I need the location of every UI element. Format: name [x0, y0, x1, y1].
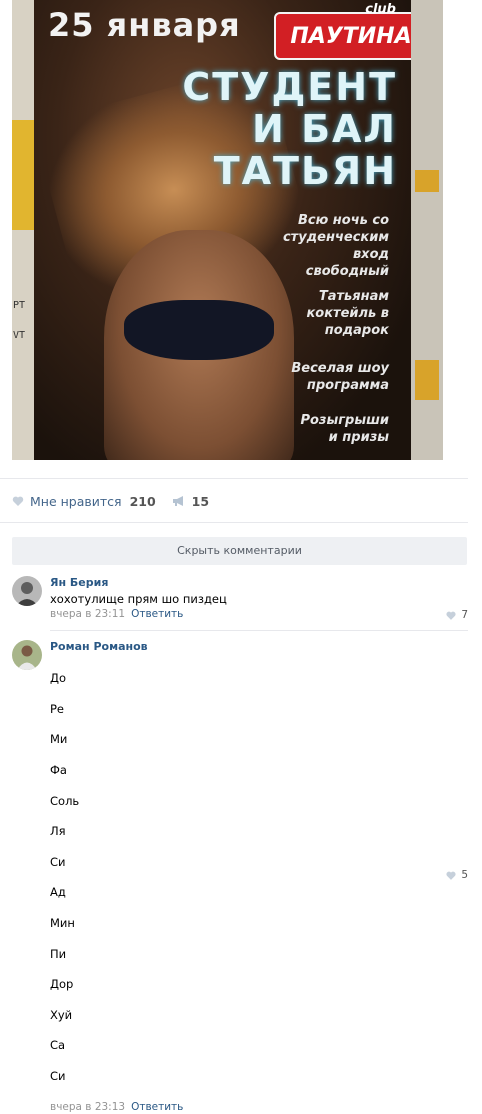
- post-actions: Мне нравится 210 15: [12, 490, 225, 512]
- comment-line: Ре: [50, 701, 65, 716]
- comment-line: Си: [50, 854, 66, 869]
- like-count: 210: [129, 493, 156, 509]
- avatar[interactable]: [12, 576, 42, 606]
- divider: [0, 478, 468, 479]
- comment-line: Мин: [50, 916, 75, 931]
- share-button[interactable]: 15: [172, 494, 209, 509]
- comment-line: Ля: [50, 824, 66, 839]
- divider: [0, 522, 468, 523]
- comment-time[interactable]: вчера в 23:11: [50, 608, 125, 620]
- comment-like-count: 7: [461, 609, 468, 621]
- comment-line: Хуй: [50, 1007, 73, 1022]
- divider: [50, 630, 468, 631]
- club-logo-name: ПАУТИНА: [290, 23, 411, 49]
- poster-title-line: СТУДЕНТ: [182, 65, 397, 109]
- post-photo[interactable]: РТ VT 25 января club ПАУТИНА СТУДЕНТ И Б…: [12, 0, 443, 460]
- like-label: Мне нравится: [30, 493, 122, 509]
- comment-line: Ми: [50, 732, 68, 747]
- poster-info: Розыгрыши и призы: [300, 413, 389, 445]
- comment-line: Фа: [50, 763, 67, 778]
- poster-figure-detail: [124, 300, 274, 360]
- comment-line: Са: [50, 1038, 66, 1053]
- club-logo-small: club: [365, 2, 396, 17]
- poster-title: СТУДЕНТ И БАЛ ТАТЬЯН: [182, 66, 397, 192]
- comment-body: Роман Романов До Ре Ми Фа Соль Ля Си Ад …: [50, 640, 468, 1114]
- poster-title-line: И БАЛ: [252, 107, 397, 151]
- reply-button[interactable]: Ответить: [131, 608, 183, 620]
- comment-line: Ад: [50, 885, 66, 900]
- comment-author[interactable]: Роман Романов: [50, 640, 468, 654]
- comment-line: Пи: [50, 946, 67, 961]
- share-count: 15: [191, 493, 210, 509]
- wall-text: VT: [13, 330, 26, 341]
- club-logo: club ПАУТИНА: [274, 2, 411, 60]
- comment-meta: вчера в 23:11 Ответить: [50, 607, 468, 621]
- comment-line: Си: [50, 1069, 66, 1084]
- avatar-image-icon: [12, 576, 42, 606]
- comment-like-count: 5: [461, 869, 468, 881]
- wall-text: РТ: [13, 300, 26, 311]
- comment-meta: вчера в 23:13 Ответить: [50, 1100, 468, 1114]
- comment-body: Ян Берия хохотулище прям шо пиздец вчера…: [50, 576, 468, 621]
- comment-time[interactable]: вчера в 23:13: [50, 1101, 125, 1113]
- heart-icon: [446, 611, 456, 620]
- poster-info: Татьянам коктейль в подарок: [306, 289, 389, 338]
- wall-sticker: [12, 120, 34, 230]
- hide-comments-button[interactable]: Скрыть комментарии: [12, 537, 467, 565]
- poster-info: Всю ночь со студенческим вход свободный: [282, 213, 389, 279]
- reply-button[interactable]: Ответить: [131, 1101, 183, 1113]
- wall-sticker: [415, 170, 439, 192]
- comment-line: Соль: [50, 793, 80, 808]
- wall-sticker: [415, 360, 439, 400]
- comment-text: хохотулище прям шо пиздец: [50, 592, 227, 606]
- photo-wall-left: РТ VT: [12, 0, 34, 460]
- poster-info: Веселая шоу программа: [291, 361, 389, 393]
- poster-date: 25 января: [48, 6, 241, 44]
- avatar-image-icon: [12, 640, 42, 670]
- photo-wall-right: [411, 0, 443, 460]
- megaphone-icon: [172, 496, 183, 506]
- comment-like-button[interactable]: 5: [446, 869, 468, 881]
- heart-icon: [446, 871, 456, 880]
- poster-title-line: ТАТЬЯН: [213, 149, 397, 193]
- event-poster: 25 января club ПАУТИНА СТУДЕНТ И БАЛ ТАТ…: [34, 0, 411, 460]
- comment-line: Дор: [50, 977, 74, 992]
- avatar[interactable]: [12, 640, 42, 670]
- comment-text: До Ре Ми Фа Соль Ля Си Ад Мин Пи Дор Хуй…: [50, 656, 468, 1100]
- comment-author[interactable]: Ян Берия: [50, 576, 468, 590]
- heart-icon: [12, 496, 24, 506]
- like-button[interactable]: Мне нравится 210: [12, 494, 156, 509]
- comment-like-button[interactable]: 7: [446, 609, 468, 621]
- comment-line: До: [50, 671, 67, 686]
- comment: Роман Романов До Ре Ми Фа Соль Ля Си Ад …: [12, 640, 468, 1113]
- comment: Ян Берия хохотулище прям шо пиздец вчера…: [12, 576, 468, 624]
